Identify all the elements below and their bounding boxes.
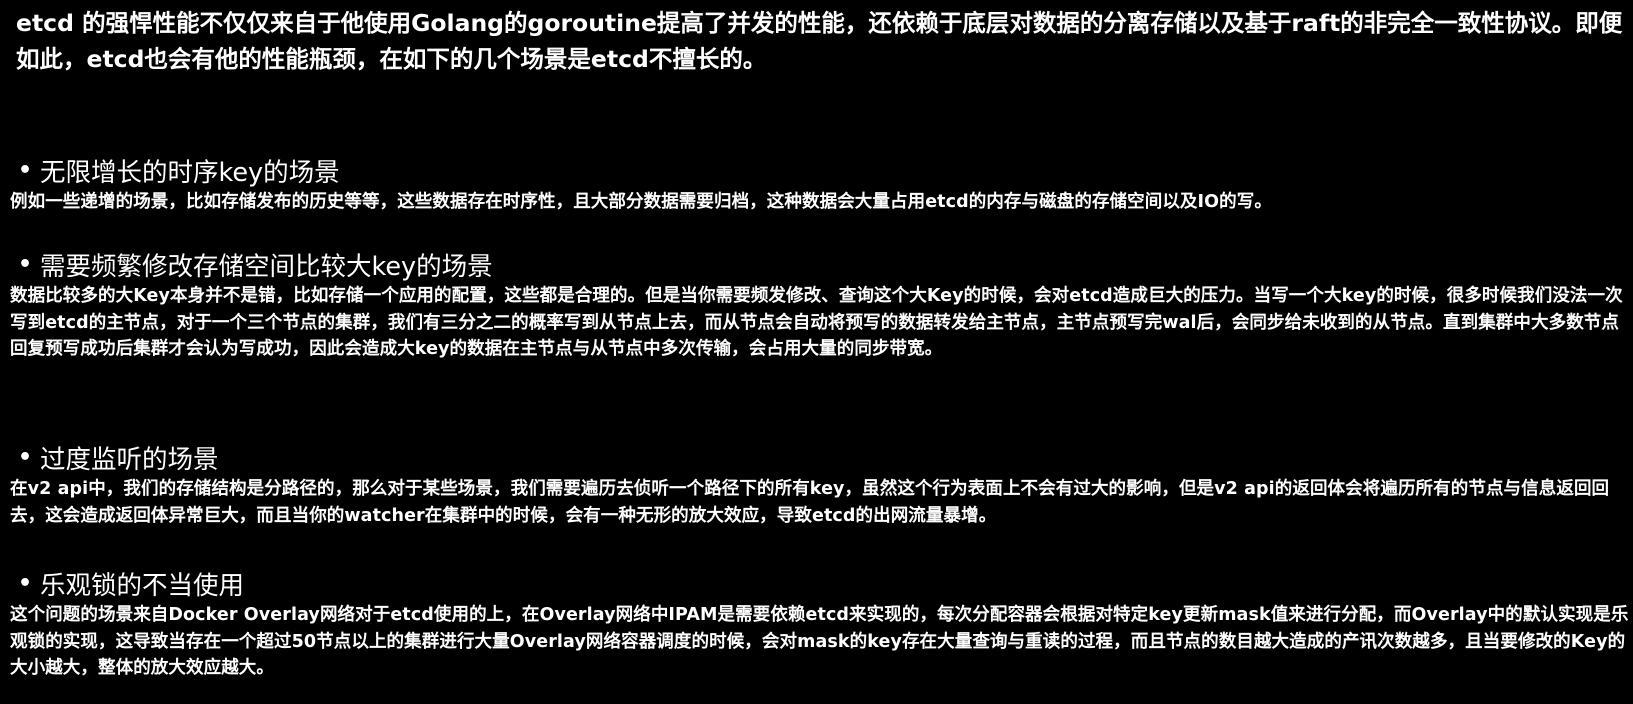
section-title: 过度监听的场景 (40, 444, 219, 475)
section-heading: • 过度监听的场景 (10, 440, 1630, 475)
section-title: 无限增长的时序key的场景 (40, 157, 340, 188)
section-title: 乐观锁的不当使用 (40, 570, 245, 601)
section-body: 在v2 api中，我们的存储结构是分路径的，那么对于某些场景，我们需要遍历去侦听… (10, 479, 1610, 526)
section-heading: • 需要频繁修改存储空间比较大key的场景 (10, 247, 1630, 282)
section-optimistic-lock-misuse: • 乐观锁的不当使用 这个问题的场景来自Docker Overlay网络对于et… (10, 566, 1630, 682)
section-excessive-watching: • 过度监听的场景 在v2 api中，我们的存储结构是分路径的，那么对于某些场景… (10, 440, 1630, 529)
bullet-icon: • (17, 251, 33, 277)
intro-paragraph: etcd 的强悍性能不仅仅来自于他使用Golang的goroutine提高了并发… (16, 9, 1623, 73)
bullet-icon: • (17, 157, 33, 183)
section-body: 例如一些递增的场景，比如存储发布的历史等等，这些数据存在时序性，且大部分数据需要… (10, 192, 1272, 212)
section-unbounded-timeseries-keys: • 无限增长的时序key的场景 例如一些递增的场景，比如存储发布的历史等等，这些… (10, 153, 1630, 216)
section-heading: • 无限增长的时序key的场景 (10, 153, 1630, 188)
section-body: 数据比较多的大Key本身并不是错，比如存储一个应用的配置，这些都是合理的。但是当… (10, 286, 1623, 360)
section-frequent-large-key-updates: • 需要频繁修改存储空间比较大key的场景 数据比较多的大Key本身并不是错，比… (10, 247, 1630, 363)
section-body: 这个问题的场景来自Docker Overlay网络对于etcd使用的上，在Ove… (10, 605, 1629, 679)
bullet-icon: • (17, 570, 33, 596)
bullet-icon: • (17, 444, 33, 470)
section-title: 需要频繁修改存储空间比较大key的场景 (40, 251, 493, 282)
section-heading: • 乐观锁的不当使用 (10, 566, 1630, 601)
